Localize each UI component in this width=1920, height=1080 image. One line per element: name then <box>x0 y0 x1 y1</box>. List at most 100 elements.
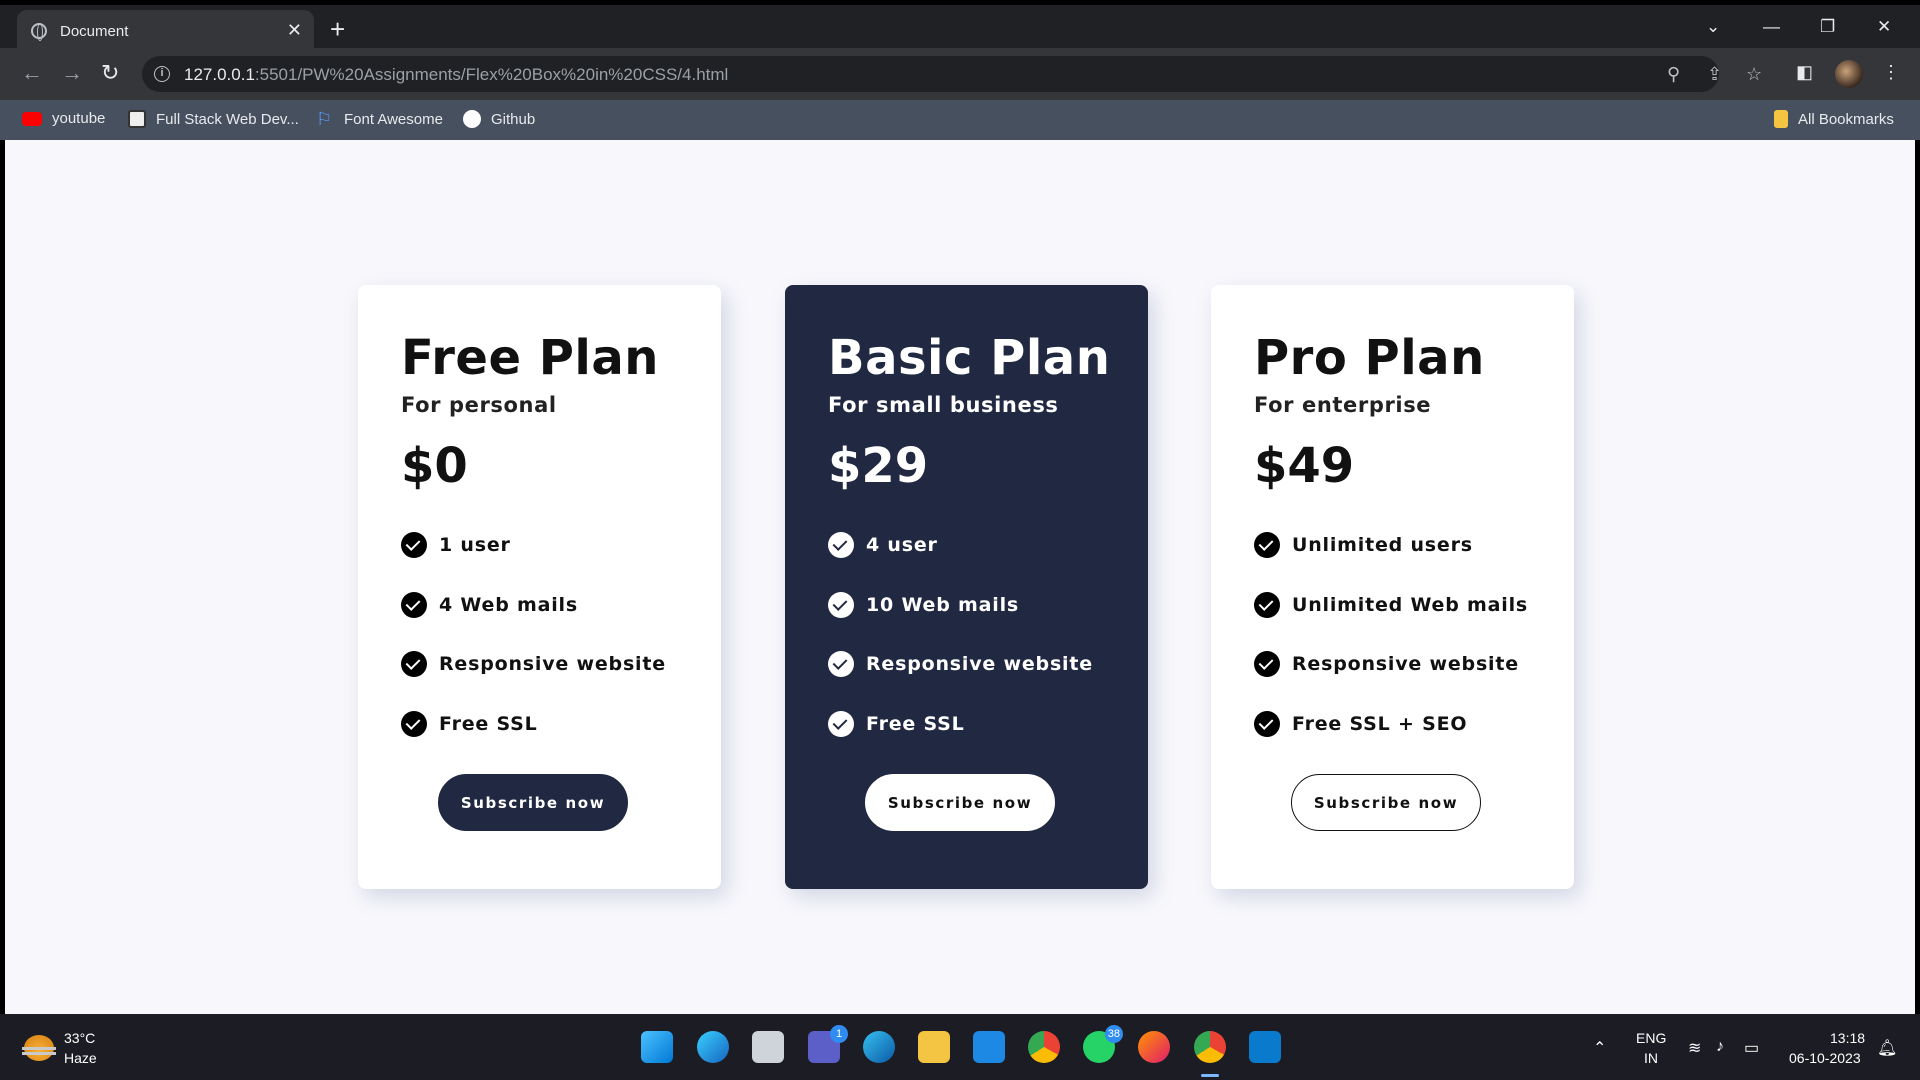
close-window-icon[interactable]: ✕ <box>1877 17 1891 37</box>
bookmark-github[interactable]: Github <box>463 110 535 128</box>
bookmark-star-icon[interactable]: ☆ <box>1746 64 1762 84</box>
menu-icon[interactable]: ⋮ <box>1882 62 1900 82</box>
check-circle-icon <box>828 711 854 737</box>
share-icon[interactable]: ⇪ <box>1707 64 1722 84</box>
feature-item: Free SSL + SEO <box>1254 711 1467 737</box>
browser-tab[interactable]: Document ✕ <box>17 10 314 53</box>
browser-toolbar: ← → ↻ i 127.0.0.1:5501/PW%20Assignments/… <box>0 48 1920 100</box>
plan-card-basic: Basic Plan For small business $29 4 user… <box>785 285 1148 889</box>
globe-icon <box>31 23 47 41</box>
region[interactable]: IN <box>1644 1050 1658 1066</box>
clock-date[interactable]: 06-10-2023 <box>1789 1050 1861 1066</box>
feature-text: 4 Web mails <box>439 594 578 616</box>
check-circle-icon <box>828 592 854 618</box>
feature-item: 4 Web mails <box>401 592 578 618</box>
plan-name: Free Plan <box>401 330 659 386</box>
file-explorer-icon[interactable] <box>918 1031 950 1063</box>
bookmark-label: Full Stack Web Dev... <box>156 110 299 128</box>
youtube-icon <box>22 111 42 126</box>
temperature[interactable]: 33°C <box>64 1030 95 1046</box>
feature-text: Free SSL <box>866 713 965 735</box>
chrome-icon[interactable] <box>1028 1031 1060 1063</box>
all-bookmarks-label: All Bookmarks <box>1798 110 1894 128</box>
chevron-up-icon[interactable]: ⌃ <box>1593 1038 1606 1058</box>
restore-icon[interactable]: ❐ <box>1820 17 1835 37</box>
bookmark-youtube[interactable]: youtube <box>22 110 105 127</box>
check-circle-icon <box>401 592 427 618</box>
whatsapp-badge: 38 <box>1104 1025 1123 1043</box>
url-host: 127.0.0.1 <box>184 65 255 84</box>
close-tab-icon[interactable]: ✕ <box>287 20 302 40</box>
flag-icon: ⚐ <box>316 109 333 129</box>
plan-subtitle: For enterprise <box>1254 393 1432 417</box>
language[interactable]: ENG <box>1636 1030 1666 1046</box>
check-circle-icon <box>1254 532 1280 558</box>
bookmark-full-stack[interactable]: Full Stack Web Dev... <box>128 110 299 128</box>
windows-start-icon[interactable] <box>641 1031 673 1063</box>
wifi-icon[interactable]: ≋ <box>1688 1038 1701 1058</box>
plan-price: $49 <box>1254 438 1355 494</box>
feature-item: Responsive website <box>828 651 1093 677</box>
edge-icon[interactable] <box>863 1031 895 1063</box>
all-bookmarks[interactable]: All Bookmarks <box>1774 110 1894 128</box>
check-circle-icon <box>401 711 427 737</box>
feature-item: 1 user <box>401 532 511 558</box>
subscribe-button[interactable]: Subscribe now <box>865 774 1055 831</box>
bookmark-favicon-icon <box>128 110 146 128</box>
notification-bell-icon[interactable]: 🔔︎ <box>1877 1038 1897 1058</box>
reload-icon[interactable]: ↻ <box>101 61 119 85</box>
url-path: :5501/PW%20Assignments/Flex%20Box%20in%2… <box>254 65 729 84</box>
plan-name: Pro Plan <box>1254 330 1485 386</box>
forward-icon[interactable]: → <box>61 61 83 85</box>
feature-text: Free SSL <box>439 713 538 735</box>
back-icon[interactable]: ← <box>21 61 43 85</box>
feature-text: Responsive website <box>439 653 666 675</box>
feature-item: 4 user <box>828 532 938 558</box>
check-circle-icon <box>1254 651 1280 677</box>
url-text[interactable]: 127.0.0.1:5501/PW%20Assignments/Flex%20B… <box>184 65 728 85</box>
site-info-icon[interactable]: i <box>154 66 170 82</box>
bookmark-font-awesome[interactable]: ⚐ Font Awesome <box>316 110 443 128</box>
new-tab-icon[interactable]: + <box>330 16 345 42</box>
feature-item: Free SSL <box>828 711 965 737</box>
whatsapp-icon[interactable]: 38 <box>1083 1025 1123 1063</box>
side-panel-icon[interactable]: ◧ <box>1796 62 1813 82</box>
feature-text: 1 user <box>439 534 511 556</box>
active-app-indicator <box>1201 1074 1219 1077</box>
feature-text: 4 user <box>866 534 938 556</box>
feature-item: Unlimited Web mails <box>1254 592 1528 618</box>
folder-icon <box>1774 110 1788 128</box>
feature-item: Free SSL <box>401 711 538 737</box>
weather-icon[interactable] <box>22 1035 56 1061</box>
subscribe-button[interactable]: Subscribe now <box>438 774 628 831</box>
chrome-profile-icon[interactable] <box>1194 1031 1226 1063</box>
feature-item: 10 Web mails <box>828 592 1019 618</box>
feature-item: Unlimited users <box>1254 532 1473 558</box>
edge-dev-icon[interactable] <box>697 1031 729 1063</box>
volume-icon[interactable]: ♪ <box>1716 1038 1724 1056</box>
tab-search-icon[interactable]: ⌄ <box>1706 17 1720 37</box>
teams-icon[interactable]: 1 <box>808 1025 848 1063</box>
weather-condition[interactable]: Haze <box>64 1050 97 1066</box>
feature-text: Responsive website <box>1292 653 1519 675</box>
battery-icon[interactable]: ▭ <box>1744 1038 1759 1058</box>
check-circle-icon <box>401 651 427 677</box>
task-view-icon[interactable] <box>752 1031 784 1063</box>
plan-name: Basic Plan <box>828 330 1111 386</box>
subscribe-button[interactable]: Subscribe now <box>1291 774 1481 831</box>
feature-text: Unlimited users <box>1292 534 1473 556</box>
feature-text: Unlimited Web mails <box>1292 594 1529 616</box>
profile-avatar[interactable] <box>1835 60 1863 88</box>
check-circle-icon <box>828 651 854 677</box>
zoom-icon[interactable]: ⚲ <box>1667 64 1680 84</box>
minimize-icon[interactable]: — <box>1763 17 1780 37</box>
mail-icon[interactable] <box>973 1031 1005 1063</box>
clock-time[interactable]: 13:18 <box>1830 1030 1865 1046</box>
tab-title: Document <box>60 23 129 40</box>
plan-card-pro: Pro Plan For enterprise $49 Unlimited us… <box>1211 285 1574 889</box>
plan-price: $29 <box>828 438 929 494</box>
address-bar[interactable]: i 127.0.0.1:5501/PW%20Assignments/Flex%2… <box>142 56 1762 92</box>
feature-text: Free SSL + SEO <box>1292 713 1468 735</box>
firefox-icon[interactable] <box>1138 1031 1170 1063</box>
vscode-icon[interactable] <box>1249 1031 1281 1063</box>
